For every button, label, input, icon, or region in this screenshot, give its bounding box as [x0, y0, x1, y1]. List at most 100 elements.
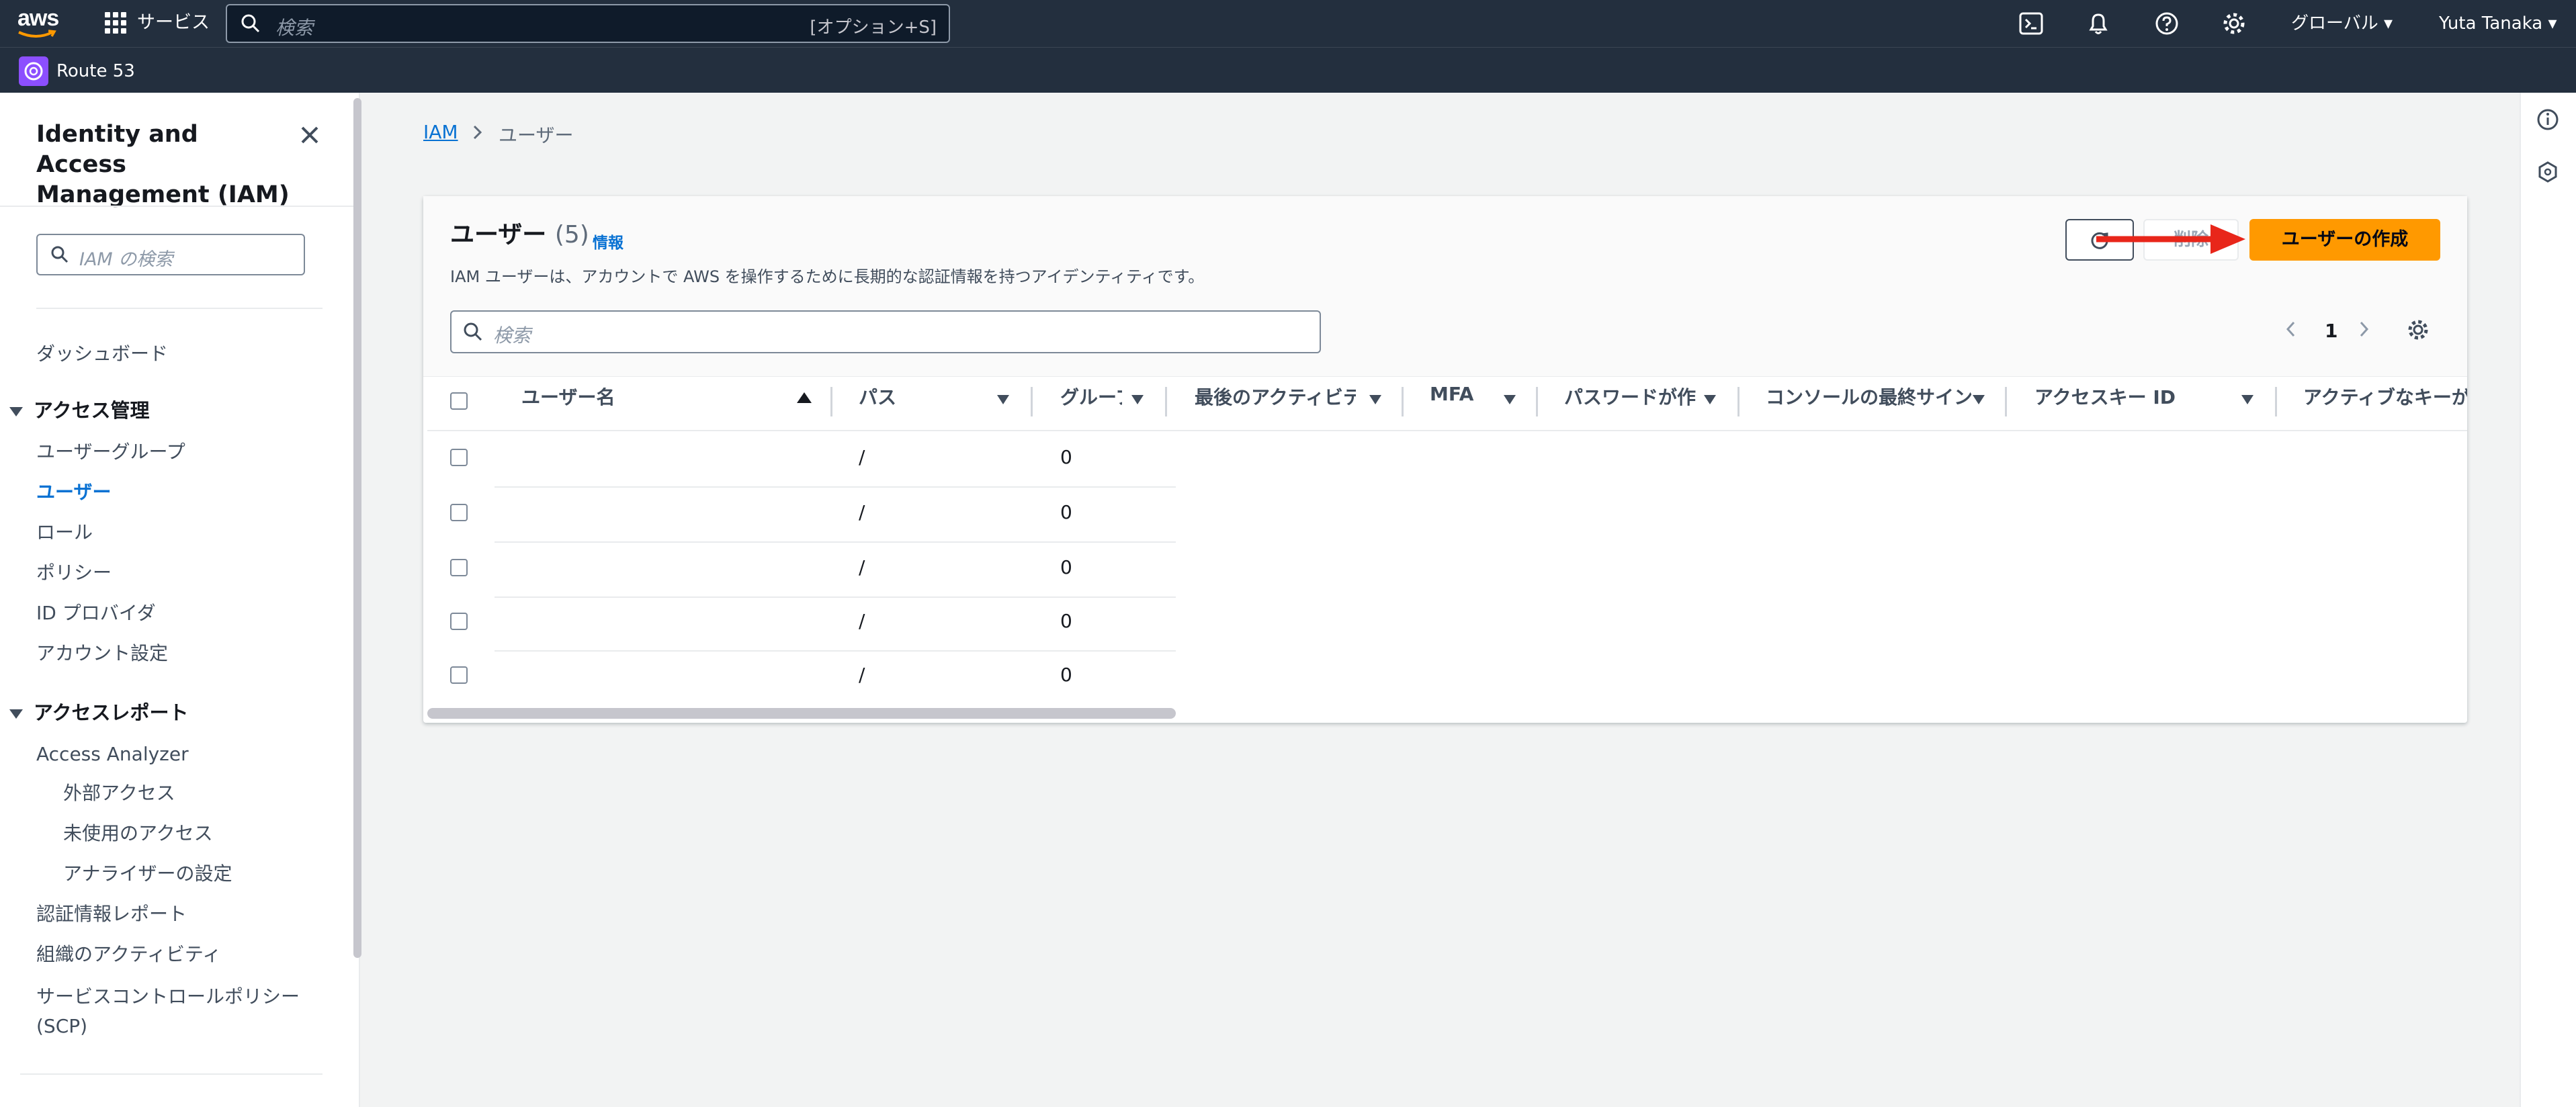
row-checkbox[interactable] — [450, 559, 468, 576]
row-checkbox[interactable] — [450, 504, 468, 521]
info-link[interactable]: 情報 — [593, 230, 624, 253]
create-user-button[interactable]: ユーザーの作成 — [2249, 219, 2440, 261]
sidebar-item-policies[interactable]: ポリシー — [36, 560, 112, 586]
iam-sidebar: Identity and Access Management (IAM) IAM… — [0, 93, 360, 1107]
cell-path: / — [859, 610, 865, 632]
cell-groups: 0 — [1060, 610, 1072, 632]
account-menu[interactable]: Yuta Tanaka ▾ — [2439, 12, 2557, 35]
notifications-bell-icon[interactable] — [2086, 11, 2111, 36]
route53-service-icon[interactable] — [19, 56, 48, 86]
column-header-last-activity[interactable]: 最後のアクティビティ — [1195, 383, 1356, 410]
row-checkbox[interactable] — [450, 613, 468, 630]
sidebar-item-credential-report[interactable]: 認証情報レポート — [36, 901, 187, 927]
table-row[interactable]: / 0 — [423, 543, 2467, 596]
sidebar-item-organization-activity[interactable]: 組織のアクティビティ — [36, 942, 221, 967]
sidebar-item-account-settings[interactable]: アカウント設定 — [36, 641, 168, 666]
column-divider[interactable] — [1737, 387, 1740, 416]
breadcrumb-iam-link[interactable]: IAM — [423, 121, 458, 143]
select-all-checkbox[interactable] — [450, 392, 468, 410]
sidebar-item-external-access[interactable]: 外部アクセス — [63, 781, 175, 806]
aws-logo[interactable]: aws — [17, 7, 59, 40]
sidebar-item-unused-access[interactable]: 未使用のアクセス — [63, 821, 213, 846]
column-divider[interactable] — [830, 387, 832, 416]
column-header-password-age[interactable]: パスワードが作成されてから — [1564, 383, 1696, 410]
column-divider[interactable] — [1165, 387, 1167, 416]
sort-icon[interactable] — [997, 395, 1009, 404]
column-divider[interactable] — [2005, 387, 2007, 416]
region-selector[interactable]: グローバル ▾ — [2291, 12, 2393, 35]
users-panel-description: IAM ユーザーは、アカウントで AWS を操作するために長期的な認証情報を持つ… — [450, 267, 1205, 286]
sidebar-item-dashboard[interactable]: ダッシュボード — [36, 341, 168, 367]
cell-groups: 0 — [1060, 501, 1072, 523]
column-divider[interactable] — [1031, 387, 1033, 416]
annotation-red-arrow — [2096, 224, 2245, 254]
users-count: (5) — [554, 221, 589, 249]
column-divider[interactable] — [1402, 387, 1404, 416]
sidebar-item-roles[interactable]: ロール — [36, 520, 93, 545]
table-row[interactable]: / 0 — [423, 431, 2467, 486]
sidebar-title: Identity and Access Management (IAM) — [36, 121, 290, 208]
iam-search-input[interactable]: IAM の検索 — [36, 234, 305, 275]
settings-gear-icon[interactable] — [2221, 11, 2247, 36]
resources-hexagon-icon[interactable] — [2536, 160, 2560, 184]
users-search-input[interactable]: 検索 — [450, 310, 1321, 353]
chevron-left-icon[interactable] — [2283, 317, 2299, 341]
global-search-input[interactable]: 検索 [オプション+S] — [226, 4, 950, 43]
current-page-number[interactable]: 1 — [2325, 320, 2337, 342]
caret-down-icon[interactable] — [9, 407, 23, 416]
column-header-access-key-id[interactable]: アクセスキー ID — [2034, 383, 2209, 410]
cell-groups: 0 — [1060, 664, 1072, 686]
sidebar-item-analyzer-settings[interactable]: アナライザーの設定 — [63, 861, 232, 887]
sort-icon[interactable] — [1504, 395, 1516, 404]
cell-groups: 0 — [1060, 446, 1072, 468]
column-header-mfa[interactable]: MFA — [1430, 383, 1510, 410]
table-row[interactable]: / 0 — [423, 652, 2467, 705]
sidebar-item-user-groups[interactable]: ユーザーグループ — [36, 439, 185, 465]
column-header-console-last-sign-in[interactable]: コンソールの最終サインイン — [1766, 383, 1971, 410]
sidebar-item-scp[interactable]: サービスコントロールポリシー (SCP) — [36, 982, 318, 1041]
row-checkbox[interactable] — [450, 449, 468, 466]
users-search-placeholder: 検索 — [493, 324, 531, 347]
region-label: グローバル — [2291, 13, 2378, 34]
sidebar-scrollbar[interactable] — [353, 98, 361, 958]
sort-ascending-icon[interactable] — [797, 392, 812, 403]
chevron-right-icon — [473, 125, 482, 140]
global-search-placeholder: 検索 — [275, 17, 314, 39]
table-horizontal-scrollbar[interactable] — [427, 708, 1176, 719]
services-grid-icon[interactable] — [105, 12, 126, 34]
column-header-active-key-age[interactable]: アクティブなキーが作成されてから — [2303, 383, 2467, 410]
aws-logo-text: aws — [17, 5, 59, 31]
column-divider[interactable] — [1536, 387, 1538, 416]
sidebar-divider — [20, 1073, 323, 1075]
table-row[interactable]: / 0 — [423, 488, 2467, 541]
sidebar-item-users[interactable]: ユーザー — [36, 480, 111, 505]
cloudshell-icon[interactable] — [2018, 11, 2044, 36]
chevron-right-icon[interactable] — [2356, 317, 2372, 341]
column-divider[interactable] — [2275, 387, 2277, 416]
sort-icon[interactable] — [2241, 395, 2253, 404]
sort-icon[interactable] — [1131, 395, 1144, 404]
close-sidebar-icon[interactable] — [296, 121, 324, 149]
sidebar-section-access-management[interactable]: アクセス管理 — [34, 398, 150, 423]
caret-down-icon[interactable] — [9, 709, 23, 719]
sort-icon[interactable] — [1704, 395, 1716, 404]
table-row[interactable]: / 0 — [423, 598, 2467, 652]
users-table-container: ユーザー (5) 情報 IAM ユーザーは、アカウントで AWS を操作するため… — [423, 196, 2467, 723]
cell-path: / — [859, 664, 865, 686]
help-icon[interactable] — [2154, 11, 2180, 36]
column-header-groups[interactable]: グループ — [1060, 383, 1122, 410]
sort-icon[interactable] — [1973, 395, 1985, 404]
sidebar-item-access-analyzer[interactable]: Access Analyzer — [36, 742, 189, 767]
table-preferences-gear-icon[interactable] — [2405, 317, 2431, 343]
sidebar-section-access-reports[interactable]: アクセスレポート — [34, 700, 189, 725]
services-menu-button[interactable]: サービス — [137, 9, 210, 36]
row-checkbox[interactable] — [450, 666, 468, 684]
column-header-path[interactable]: パス — [859, 383, 939, 410]
sort-icon[interactable] — [1369, 395, 1381, 404]
top-navigation-bar: aws サービス 検索 [オプション+S] グローバル ▾ Yuta Tanak… — [0, 0, 2576, 47]
column-header-user-name[interactable]: ユーザー名 — [521, 383, 683, 410]
sidebar-item-identity-providers[interactable]: ID プロバイダ — [36, 601, 156, 626]
info-panel-icon[interactable] — [2536, 107, 2560, 132]
route53-favorite-link[interactable]: Route 53 — [56, 59, 135, 83]
help-panel-rail — [2520, 93, 2576, 1107]
